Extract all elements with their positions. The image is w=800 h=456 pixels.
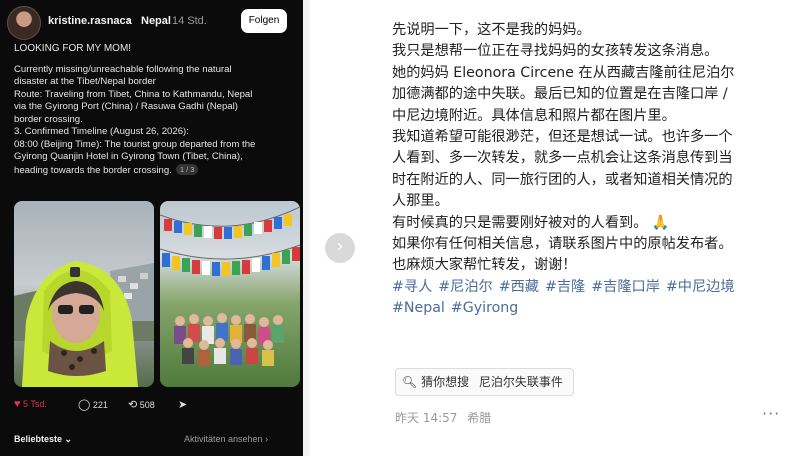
hashtag[interactable]: #Nepal [392,300,445,316]
body-line: 有时候真的只是需要刚好被对的人看到。 [392,214,648,231]
repost-count: 508 [139,400,155,410]
activity-link[interactable]: Aktivitäten ansehen › [184,434,268,444]
avatar[interactable] [7,6,41,40]
chevron-right-icon: › [336,236,344,257]
body-line: 我知道希望可能很渺茫，但还是想试一试。也许多一个 [392,129,733,146]
next-image-button[interactable]: › [325,233,355,263]
comment-button[interactable]: ◯ 221 [78,398,108,411]
post-body: 先说明一下，这不是我的妈妈。 我只是想帮一位正在寻找妈妈的女孩转发这条消息。 她… [392,20,792,277]
heart-icon: ♥ [14,398,21,410]
hashtags: #寻人 #尼泊尔 #西藏 #吉隆 #吉隆口岸 #中尼边境 #Nepal #Gyirong [392,277,792,320]
like-count: 5 Tsd. [23,399,47,409]
post-stats: ♥ 5 Tsd. ◯ 221 ⟲ 508 ➤ [0,395,303,417]
sort-label[interactable]: Beliebteste ⌄ [14,434,72,445]
body-line: 如果你有任何相关信息，请联系图片中的原帖发布者。 [392,236,733,253]
hashtag[interactable]: #吉隆口岸 [591,279,660,295]
post-timestamp: 昨天 14:57 [395,411,458,425]
post-text: LOOKING FOR MY MOM! Currently missing/un… [14,43,286,177]
photo-woman-selfie[interactable] [14,201,154,387]
embedded-screenshot: kristine.rasnaca › Nepal 14 Std. Folgen … [0,0,310,456]
post-line: heading towards the border crossing. [14,164,172,176]
repost-button[interactable]: ⟲ 508 [128,398,155,411]
photo-woman-selfie-illustration [14,261,154,387]
share-button[interactable]: ➤ [178,398,187,411]
username[interactable]: kristine.rasnaca [48,15,132,27]
pray-emoji: 🙏 [651,214,670,231]
comment-icon: ◯ [78,399,91,411]
related-search-term: 尼泊尔失联事件 [478,375,563,389]
hashtag[interactable]: #尼泊尔 [438,279,492,295]
chevron-right-icon: › [127,14,131,28]
body-line: 先说明一下，这不是我的妈妈。 [392,22,591,38]
photo-tour-group[interactable] [160,201,300,387]
post-headline: LOOKING FOR MY MOM! [14,43,132,54]
related-search-chip[interactable]: 🔍︎ 猜你想搜 尼泊尔失联事件 [395,368,574,396]
body-line: 人那里。 [392,193,449,210]
post-line: via the Gyirong Port (China) / Rasuwa Ga… [14,101,238,112]
activity-link-text: Aktivitäten ansehen [184,434,263,444]
hashtag-row: #寻人 #尼泊尔 #西藏 #吉隆 #吉隆口岸 #中尼边境 [392,277,792,299]
hashtag[interactable]: #中尼边境 [666,279,735,295]
body-line: 中尼边境附近。具体信息和照片都在图片里。 [392,107,676,124]
body-line: 人看到、多一次转发，就多一点机会让这条消息传到当 [392,150,733,167]
threads-post: kristine.rasnaca › Nepal 14 Std. Folgen … [0,0,303,456]
post-meta: 昨天 14:57 希腊 [395,409,497,426]
share-icon: ➤ [178,399,188,411]
related-search-label: 猜你想搜 [421,375,470,389]
post-line: Route: Traveling from Tibet, China to Ka… [14,88,253,100]
chevron-down-icon: ⌄ [64,434,73,444]
comments-footer: Beliebteste ⌄ Aktivitäten ansehen › [0,425,303,449]
sort-label-text: Beliebteste [14,434,63,444]
post-line: border crossing. [14,113,83,125]
hashtag[interactable]: #Gyirong [451,300,518,316]
body-line: 我只是想帮一位正在寻找妈妈的女孩转发这条消息。 [392,43,719,60]
hashtag-row: #Nepal #Gyirong [392,298,792,320]
chevron-right-icon: › [265,434,269,444]
post-line-last: heading towards the border crossing. 1 / … [14,163,286,178]
hashtag[interactable]: #寻人 [392,279,432,295]
body-line: 加德满都的途中失联。最后已知的位置是在吉隆口岸 / [392,86,728,103]
post-content: 先说明一下，这不是我的妈妈。 我只是想帮一位正在寻找妈妈的女孩转发这条消息。 她… [392,20,792,320]
post-line: Currently missing/unreachable following … [14,63,232,75]
search-icon: 🔍︎ [402,375,418,389]
body-line: 也麻烦大家帮忙转发，谢谢！ [392,257,577,274]
post-time: 14 Std. [172,15,207,27]
post-line: disaster at the Tibet/Nepal border [14,76,156,87]
body-line: 她的妈妈 Eleonora Circene 在从西藏吉隆前往尼泊尔 [392,64,735,81]
body-line-with-emoji: 有时候真的只是需要刚好被对的人看到。 🙏 [392,213,792,234]
more-options-icon[interactable]: ··· [762,404,780,423]
page-indicator: 1 / 3 [175,163,199,175]
post-line: Gyirong Quanjin Hotel in Gyirong Town (T… [14,151,243,162]
comment-count: 221 [92,400,108,410]
post-line: 08:00 (Beijing Time): The tourist group … [14,138,256,150]
post-ip-location: 希腊 [467,411,492,425]
photo-tour-group-illustration [160,206,300,366]
post-location[interactable]: Nepal [141,15,171,27]
repost-icon: ⟲ [128,399,138,411]
hashtag[interactable]: #吉隆 [545,279,585,295]
like-button[interactable]: ♥ 5 Tsd. [14,398,47,410]
follow-button[interactable]: Folgen [241,9,287,33]
hashtag[interactable]: #西藏 [499,279,539,295]
post-line: 3. Confirmed Timeline (August 26, 2026): [14,126,189,137]
body-line: 时在附近的人、同一旅行团的人，或者知道相关情况的 [392,171,733,188]
